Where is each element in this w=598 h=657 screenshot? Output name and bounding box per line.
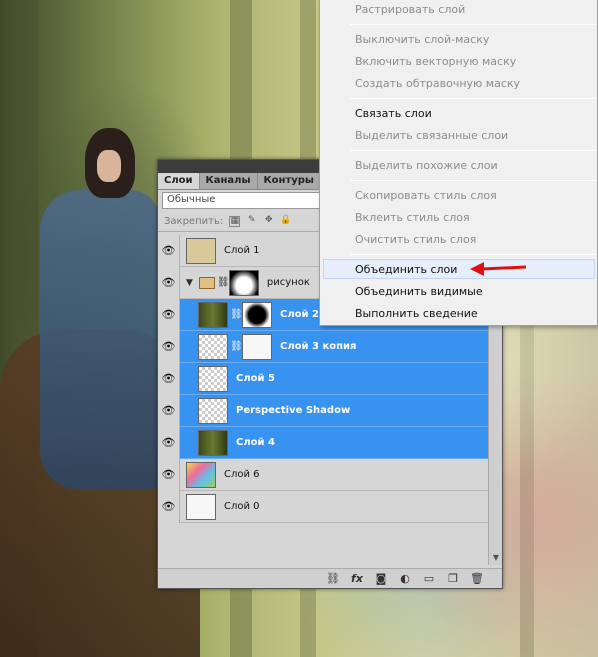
layer-thumbnail bbox=[198, 365, 228, 392]
layer-name: Perspective Shadow bbox=[236, 405, 351, 416]
layer-thumbnail bbox=[186, 493, 216, 520]
eye-icon[interactable]: 👁 bbox=[158, 234, 180, 267]
layer-name: Слой 1 bbox=[224, 245, 260, 256]
lock-all-icon[interactable]: 🔒 bbox=[280, 216, 291, 227]
scroll-down-icon[interactable]: ▼ bbox=[489, 551, 503, 565]
menu-item-select-linked[interactable]: Выделить связанные слои bbox=[320, 126, 597, 146]
eye-icon[interactable]: 👁 bbox=[158, 394, 180, 427]
eye-icon[interactable]: 👁 bbox=[158, 426, 180, 459]
layer-name: Слой 3 копия bbox=[280, 341, 357, 352]
folder-icon bbox=[198, 276, 215, 289]
lock-pixels-icon[interactable]: ✎ bbox=[246, 216, 257, 227]
layer-thumbnail bbox=[198, 333, 228, 360]
menu-item-link-layers[interactable]: Связать слои bbox=[320, 104, 597, 124]
layer-name: Слой 6 bbox=[224, 469, 260, 480]
eye-icon[interactable]: 👁 bbox=[158, 266, 180, 299]
new-layer-icon[interactable]: ❐ bbox=[446, 572, 460, 585]
rider-face bbox=[97, 150, 121, 182]
tab-paths[interactable]: Контуры bbox=[258, 173, 321, 189]
menu-item-copy-style[interactable]: Скопировать стиль слоя bbox=[320, 186, 597, 206]
menu-item-merge-layers[interactable]: Объединить слои bbox=[323, 259, 595, 279]
menu-item-enable-vector-mask[interactable]: Включить векторную маску bbox=[320, 52, 597, 72]
layer-row[interactable]: 👁 Perspective Shadow bbox=[158, 394, 502, 427]
layer-row[interactable]: 👁 Слой 0 bbox=[158, 490, 502, 523]
eye-icon[interactable]: 👁 bbox=[158, 490, 180, 523]
layer-thumbnail bbox=[198, 301, 228, 328]
tab-layers[interactable]: Слои bbox=[158, 173, 200, 189]
menu-item-select-similar[interactable]: Выделить похожие слои bbox=[320, 156, 597, 176]
lock-transparency-icon[interactable]: ▦ bbox=[229, 216, 241, 227]
tab-channels[interactable]: Каналы bbox=[200, 173, 258, 189]
chain-link-icon[interactable]: ⛓ bbox=[230, 341, 243, 352]
layer-name: рисунок bbox=[266, 277, 310, 288]
layer-thumbnail bbox=[186, 461, 216, 488]
folder-icon[interactable]: ▭ bbox=[422, 572, 436, 585]
mask-icon[interactable]: ◙ bbox=[374, 572, 388, 585]
menu-separator bbox=[350, 24, 595, 25]
menu-item-rasterize[interactable]: Растрировать слой bbox=[320, 0, 597, 20]
layer-name: Слой 4 bbox=[236, 437, 275, 448]
layer-row[interactable]: 👁 Слой 4 bbox=[158, 426, 502, 459]
group-mask-thumbnail bbox=[228, 269, 259, 296]
adjustment-icon[interactable]: ◐ bbox=[398, 572, 412, 585]
expand-arrow-icon[interactable]: ▼ bbox=[186, 278, 193, 288]
fx-icon[interactable]: fx bbox=[350, 572, 364, 585]
menu-separator bbox=[350, 254, 595, 255]
layer-thumbnail bbox=[198, 429, 228, 456]
menu-item-merge-visible[interactable]: Объединить видимые bbox=[320, 282, 597, 302]
menu-item-clear-style[interactable]: Очистить стиль слоя bbox=[320, 230, 597, 250]
menu-item-create-clipping-mask[interactable]: Создать обтравочную маску bbox=[320, 74, 597, 94]
eye-icon[interactable]: 👁 bbox=[158, 298, 180, 331]
menu-item-flatten-image[interactable]: Выполнить сведение bbox=[320, 304, 597, 324]
layer-name: Слой 2 bbox=[280, 309, 319, 320]
chain-link-icon[interactable]: ⛓ bbox=[230, 309, 243, 320]
chain-link-icon[interactable]: ⛓ bbox=[217, 277, 230, 288]
lock-position-icon[interactable]: ✥ bbox=[263, 216, 274, 227]
eye-icon[interactable]: 👁 bbox=[158, 330, 180, 363]
annotation-arrow-icon bbox=[470, 262, 527, 276]
eye-icon[interactable]: 👁 bbox=[158, 362, 180, 395]
layer-name: Слой 5 bbox=[236, 373, 275, 384]
layer-thumbnail bbox=[186, 237, 216, 264]
layer-context-menu: Растрировать слой Выключить слой-маску В… bbox=[319, 0, 598, 326]
menu-item-disable-layer-mask[interactable]: Выключить слой-маску bbox=[320, 30, 597, 50]
menu-separator bbox=[350, 98, 595, 99]
menu-item-paste-style[interactable]: Вклеить стиль слоя bbox=[320, 208, 597, 228]
trash-icon[interactable]: 🗑 bbox=[470, 572, 484, 585]
layer-mask-thumbnail bbox=[242, 301, 272, 328]
layer-row[interactable]: 👁 ⛓ Слой 3 копия bbox=[158, 330, 502, 363]
menu-separator bbox=[350, 180, 595, 181]
rider-dress bbox=[40, 190, 160, 490]
link-icon[interactable]: ⛓ bbox=[326, 572, 340, 585]
layer-row[interactable]: 👁 Слой 5 bbox=[158, 362, 502, 395]
layer-thumbnail bbox=[198, 397, 228, 424]
lock-label: Закрепить: bbox=[164, 216, 224, 227]
layer-name: Слой 0 bbox=[224, 501, 260, 512]
panel-footer: ⛓ fx ◙ ◐ ▭ ❐ 🗑 bbox=[158, 568, 502, 588]
layer-row[interactable]: 👁 Слой 6 bbox=[158, 458, 502, 491]
menu-separator bbox=[350, 150, 595, 151]
layer-mask-thumbnail bbox=[242, 333, 272, 360]
eye-icon[interactable]: 👁 bbox=[158, 458, 180, 491]
